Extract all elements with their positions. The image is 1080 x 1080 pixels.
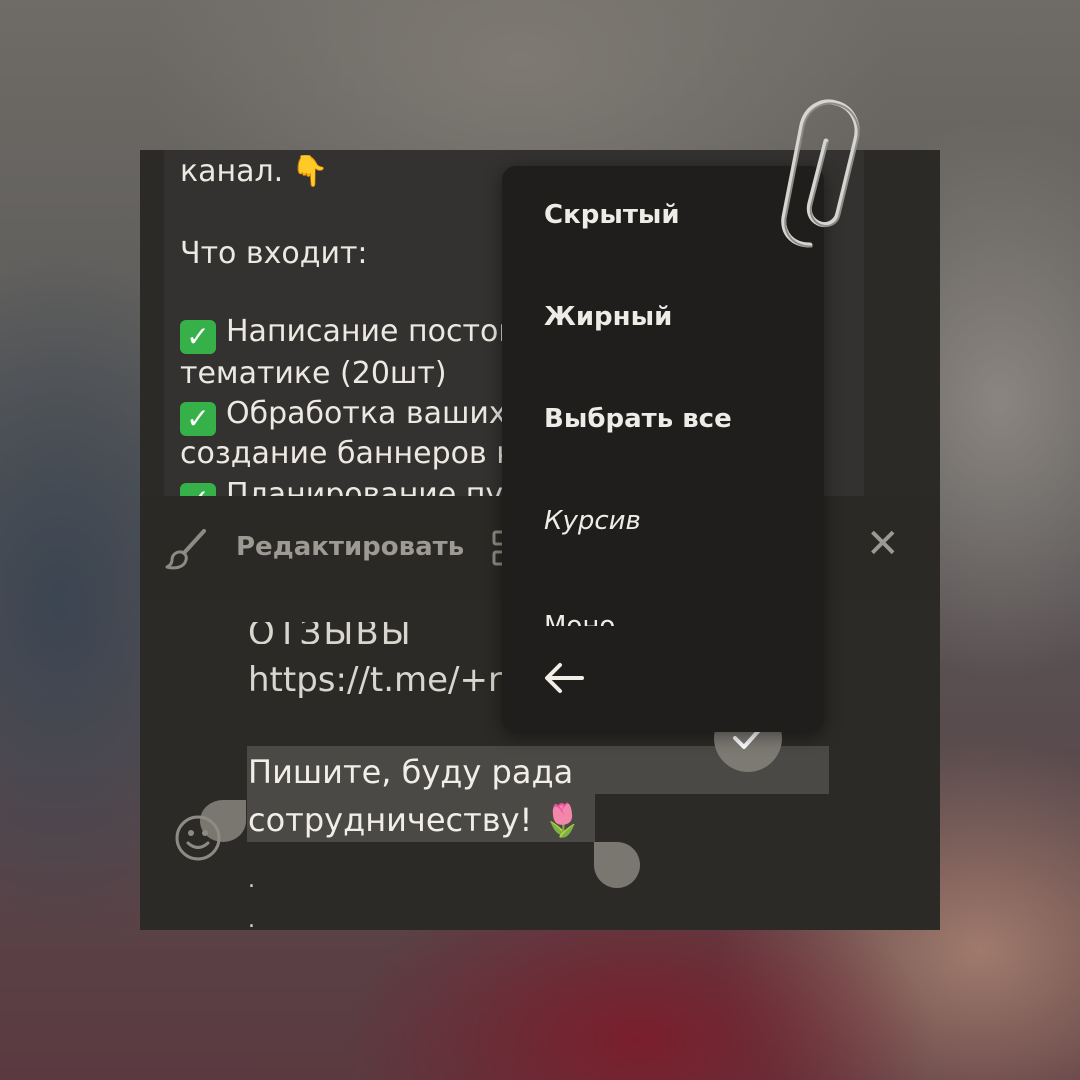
input-dot: . (248, 908, 255, 930)
menu-item-mono[interactable]: Моно (544, 612, 615, 626)
smile-icon[interactable] (172, 812, 224, 864)
message-line: канал. 👇 (180, 152, 329, 192)
message-line-cut: ✓ Планирование пу (180, 475, 503, 496)
message-line: ✓ Обработка ваших (180, 394, 507, 436)
paperclip-icon (781, 99, 860, 248)
message-text: Написание постов (226, 314, 517, 349)
message-line: ✓ Написание постов (180, 312, 516, 354)
selected-line: Пишите, буду рада (248, 753, 574, 791)
message-line: тематике (20шт) (180, 356, 447, 391)
tulip-emoji: 🌷 (542, 801, 583, 839)
checkmark-icon: ✓ (180, 402, 216, 436)
brush-icon[interactable] (164, 526, 210, 572)
menu-item-hidden[interactable]: Скрытый (544, 200, 680, 230)
input-line-cut: ОТЗЫВЫ (248, 622, 413, 644)
menu-item-bold[interactable]: Жирный (544, 302, 672, 332)
input-link-text: https://t.me/+r (248, 660, 502, 700)
arrow-left-icon[interactable] (542, 660, 586, 696)
pointing-down-emoji: 👇 (291, 154, 329, 189)
message-line: создание баннеров к (180, 436, 515, 471)
menu-item-label: Моно (544, 612, 615, 626)
message-text: Обработка ваших (226, 396, 507, 431)
checkmark-icon: ✓ (180, 320, 216, 354)
selected-line: сотрудничеству! 🌷 (248, 796, 582, 844)
message-text: канал. (180, 154, 284, 189)
close-icon[interactable]: ✕ (866, 524, 902, 564)
menu-item-select-all[interactable]: Выбрать все (544, 404, 732, 434)
selected-line-text: сотрудничеству! (248, 801, 533, 839)
menu-item-italic[interactable]: Курсив (544, 506, 641, 536)
edit-label[interactable]: Редактировать (236, 532, 464, 562)
checkmark-icon: ✓ (180, 483, 216, 496)
message-line: Что входит: (180, 236, 368, 271)
input-dot: . (248, 868, 255, 893)
selected-text[interactable]: Пишите, буду рада сотрудничеству! 🌷 (248, 748, 582, 844)
message-text: Планирование пу (226, 477, 504, 496)
selection-handle-end[interactable] (594, 842, 640, 888)
